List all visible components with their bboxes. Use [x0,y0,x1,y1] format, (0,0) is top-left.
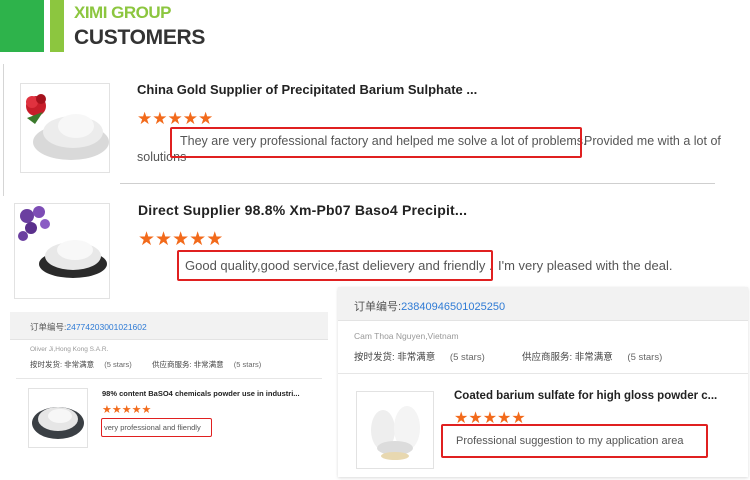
star-icon: ★ [138,229,156,250]
powder-dish-image [29,389,87,447]
highlight-box [177,250,493,281]
shipping-rating-stars: (5 stars) [449,352,485,363]
order-panel: 订单编号:24774203001021602 Oliver Ji,Hong Ko… [10,312,328,464]
shipping-rating: 按时发货: 非常满意 (5 stars) [30,359,132,370]
order-product-title[interactable]: 98% content BaSO4 chemicals powder use i… [102,389,300,398]
review-text: Provided me with a lot of [584,134,721,148]
customer-name: Cam Thoa Nguyen,Vietnam [354,331,459,341]
product-image[interactable] [356,391,434,469]
shipping-rating-label: 按时发货: 非常满意 [354,352,436,363]
shipping-rating-stars: (5 stars) [104,360,132,369]
star-icon: ★ [102,404,112,416]
highlight-box [441,424,708,458]
product-image[interactable] [28,388,88,448]
star-icon: ★ [121,404,132,416]
star-icon: ★ [155,229,173,250]
star-icon: ★ [137,109,153,128]
brand-bar-lime [50,0,64,52]
star-icon: ★ [206,229,224,250]
service-rating: 供应商服务: 非常满意 (5 stars) [522,349,662,363]
order-number-row: 订单编号:23840946501025250 [354,298,505,314]
highlight-box [101,418,212,437]
order-label: 订单编号: [30,322,67,332]
service-rating-stars: (5 stars) [233,360,262,369]
star-icon: ★ [198,109,214,128]
brand-name: XIMI GROUP [74,3,172,22]
service-rating-label: 供应商服务: 非常满意 [152,360,224,369]
star-icon: ★ [111,404,122,416]
page-title: CUSTOMERS [74,26,206,49]
order-number-link[interactable]: 24774203001021602 [66,322,146,332]
star-icon: ★ [172,229,190,250]
barium-powder-with-rose-image [21,84,109,172]
order-number-link[interactable]: 23840946501025250 [401,301,505,313]
star-icon: ★ [167,109,183,128]
star-icon: ★ [189,229,207,250]
review-text: I'm very pleased with the deal. [498,258,673,273]
shipping-rating-label: 按时发货: 非常满意 [30,360,95,369]
left-divider [3,64,4,196]
order-product-title[interactable]: Coated barium sulfate for high gloss pow… [454,390,717,402]
shipping-rating: 按时发货: 非常满意 (5 stars) [354,349,485,363]
star-icon: ★ [182,109,198,128]
coated-barium-bags-image [357,392,433,468]
review-product-title[interactable]: Direct Supplier 98.8% Xm-Pb07 Baso4 Prec… [138,202,467,218]
order-number-row: 订单编号:24774203001021602 [30,321,147,333]
panel-divider [338,373,748,374]
order-label: 订单编号: [354,301,402,313]
rating-stars: ★ ★ ★ ★ ★ [137,110,213,127]
product-image[interactable] [14,203,110,299]
rating-stars: ★ ★ ★ ★ ★ [138,230,223,249]
product-image[interactable] [20,83,110,173]
barium-powder-with-flowers-image [15,204,109,298]
service-rating-label: 供应商服务: 非常满意 [522,352,613,363]
service-rating: 供应商服务: 非常满意 (5 stars) [152,359,261,370]
service-rating-stars: (5 stars) [627,352,663,363]
star-icon: ★ [152,109,168,128]
order-panel: 订单编号:23840946501025250 Cam Thoa Nguyen,V… [338,287,748,477]
brand-bar-green [0,0,44,52]
star-icon: ★ [141,404,152,416]
panel-divider [16,378,322,379]
highlight-box [170,127,582,158]
rating-stars: ★ ★ ★ ★ ★ [102,405,151,416]
customer-name: Oliver Ji,Hong Kong S.A.R. [30,346,109,353]
review-product-title[interactable]: China Gold Supplier of Precipitated Bari… [137,82,477,97]
review-divider [120,183,715,184]
star-icon: ★ [131,404,142,416]
